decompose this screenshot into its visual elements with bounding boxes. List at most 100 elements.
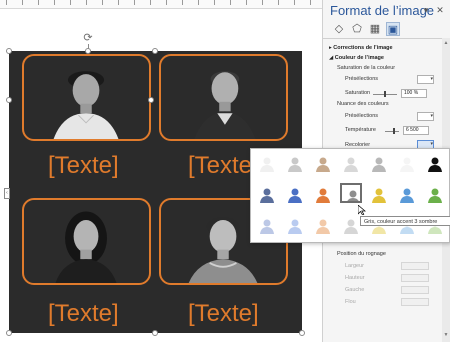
tone-heading: Nuance des couleurs [337, 101, 389, 107]
tone-presets-dropdown[interactable]: ▾ [417, 112, 434, 121]
ruler-tick [262, 0, 263, 5]
recolor-swatch-row1-col5[interactable] [368, 152, 390, 172]
recolor-swatch-row2-col2[interactable] [284, 183, 306, 203]
person-photo-2 [194, 71, 256, 139]
ruler-tick [38, 0, 39, 5]
ruler-tick [6, 0, 7, 5]
recolor-swatch-row2-col1[interactable] [256, 183, 278, 203]
recolor-swatch-row3-col1[interactable] [256, 214, 278, 234]
effects-icon[interactable]: ⬠ [350, 22, 364, 36]
recolor-swatch-row3-col4[interactable] [340, 214, 362, 234]
person-photo-3 [55, 211, 117, 283]
width-input [401, 262, 429, 270]
mouse-cursor-icon [358, 205, 366, 215]
saturation-heading: Saturation de la couleur [337, 65, 396, 71]
scroll-down-icon[interactable]: ▼ [443, 332, 449, 338]
panel-options-icon[interactable]: ▾ [421, 5, 431, 15]
ruler-tick [246, 0, 247, 5]
recolor-swatch-row1-col3[interactable] [312, 152, 334, 172]
picture-icon[interactable]: ▣ [386, 22, 400, 36]
ruler-tick [118, 0, 119, 5]
ruler-tick [102, 0, 103, 5]
photo-frame-2[interactable] [159, 54, 288, 141]
ruler-tick [134, 0, 135, 5]
left-label: Gauche [345, 287, 365, 293]
fill-line-icon[interactable]: ◇ [332, 22, 346, 36]
rotate-handle-icon[interactable]: ⟳ [82, 32, 94, 44]
resize-handle-sw[interactable] [6, 330, 12, 336]
ruler-tick [214, 0, 215, 5]
recolor-swatch-row1-col7[interactable] [424, 152, 446, 172]
section-color[interactable]: ◢ Couleur de l’image [329, 55, 384, 61]
swatch-person-preview [400, 188, 414, 203]
temperature-label: Température [345, 127, 376, 133]
temperature-slider-thumb[interactable] [393, 128, 395, 134]
swatch-person-preview [260, 157, 274, 172]
swatch-person-preview [400, 157, 414, 172]
swatch-person-preview [288, 188, 302, 203]
text-placeholder-2[interactable]: [Texte] [188, 152, 259, 180]
recolor-swatch-row1-col2[interactable] [284, 152, 306, 172]
recolor-swatch-row1-col6[interactable] [396, 152, 418, 172]
text-placeholder-3[interactable]: [Texte] [48, 300, 119, 328]
swatch-person-preview [316, 188, 330, 203]
ruler-tick [54, 0, 55, 5]
recolor-gallery [250, 148, 450, 243]
person-photo-1 [53, 71, 119, 139]
resize-handle-e[interactable] [148, 97, 154, 103]
resize-handle-nw[interactable] [6, 48, 12, 54]
tab-separator [323, 38, 450, 39]
recolor-swatch-row2-col6[interactable] [396, 183, 418, 203]
recolor-swatch-row2-col3[interactable] [312, 183, 334, 203]
recolor-swatch-row1-col1[interactable] [256, 152, 278, 172]
close-icon[interactable]: ✕ [435, 5, 445, 15]
swatch-person-preview [344, 157, 358, 172]
swatch-person-preview [428, 188, 442, 203]
swatch-tooltip: Gris, couleur accent 3 sombre [360, 216, 450, 226]
saturation-input[interactable]: 100 % [401, 89, 427, 98]
scroll-up-icon[interactable]: ▲ [443, 40, 449, 46]
recolor-swatch-row2-col5[interactable] [368, 183, 390, 203]
presets-label-1: Présélections [345, 76, 379, 82]
recolor-swatch-row2-col4[interactable] [340, 183, 362, 203]
swatch-person-preview [316, 219, 330, 234]
swatch-person-preview [428, 157, 442, 172]
ruler-tick [230, 0, 231, 5]
text-placeholder-1[interactable]: [Texte] [48, 152, 119, 180]
swatch-person-preview [288, 219, 302, 234]
text-placeholder-4[interactable]: [Texte] [188, 300, 259, 328]
blur-label: Flou [345, 299, 356, 305]
ruler-tick [198, 0, 199, 5]
swatch-person-preview [260, 188, 274, 203]
saturation-slider-thumb[interactable] [384, 91, 386, 97]
swatch-person-preview [288, 157, 302, 172]
saturation-presets-dropdown[interactable]: ▾ [417, 75, 434, 84]
blur-input [401, 298, 429, 306]
resize-handle-n[interactable] [85, 48, 91, 54]
recolor-swatch-row3-col3[interactable] [312, 214, 334, 234]
recolor-swatch-row2-col7[interactable] [424, 183, 446, 203]
height-label: Hauteur [345, 275, 365, 281]
swatch-person-preview [372, 157, 386, 172]
resize-handle-ne[interactable] [152, 48, 158, 54]
ruler-tick [70, 0, 71, 5]
ruler-tick [310, 0, 311, 5]
resize-handle-se[interactable] [299, 330, 305, 336]
resize-handle-s[interactable] [152, 330, 158, 336]
expand-arrow-icon[interactable]: ‹ [4, 188, 10, 199]
swatch-person-preview [372, 188, 386, 203]
size-properties-icon[interactable]: ▦ [368, 22, 382, 36]
saturation-label: Saturation [345, 90, 371, 96]
photo-frame-3[interactable] [22, 198, 151, 285]
temperature-slider[interactable] [385, 131, 399, 132]
resize-handle-w[interactable] [6, 97, 12, 103]
temperature-input[interactable]: 6 500 [403, 126, 429, 135]
ruler-tick [182, 0, 183, 5]
section-corrections[interactable]: ▸ Corrections de l’image [329, 45, 393, 51]
recolor-swatch-row1-col4[interactable] [340, 152, 362, 172]
height-input [401, 274, 429, 282]
ruler-tick [150, 0, 151, 5]
ruler-tick [22, 0, 23, 5]
photo-frame-1[interactable] [22, 54, 151, 141]
recolor-swatch-row3-col2[interactable] [284, 214, 306, 234]
